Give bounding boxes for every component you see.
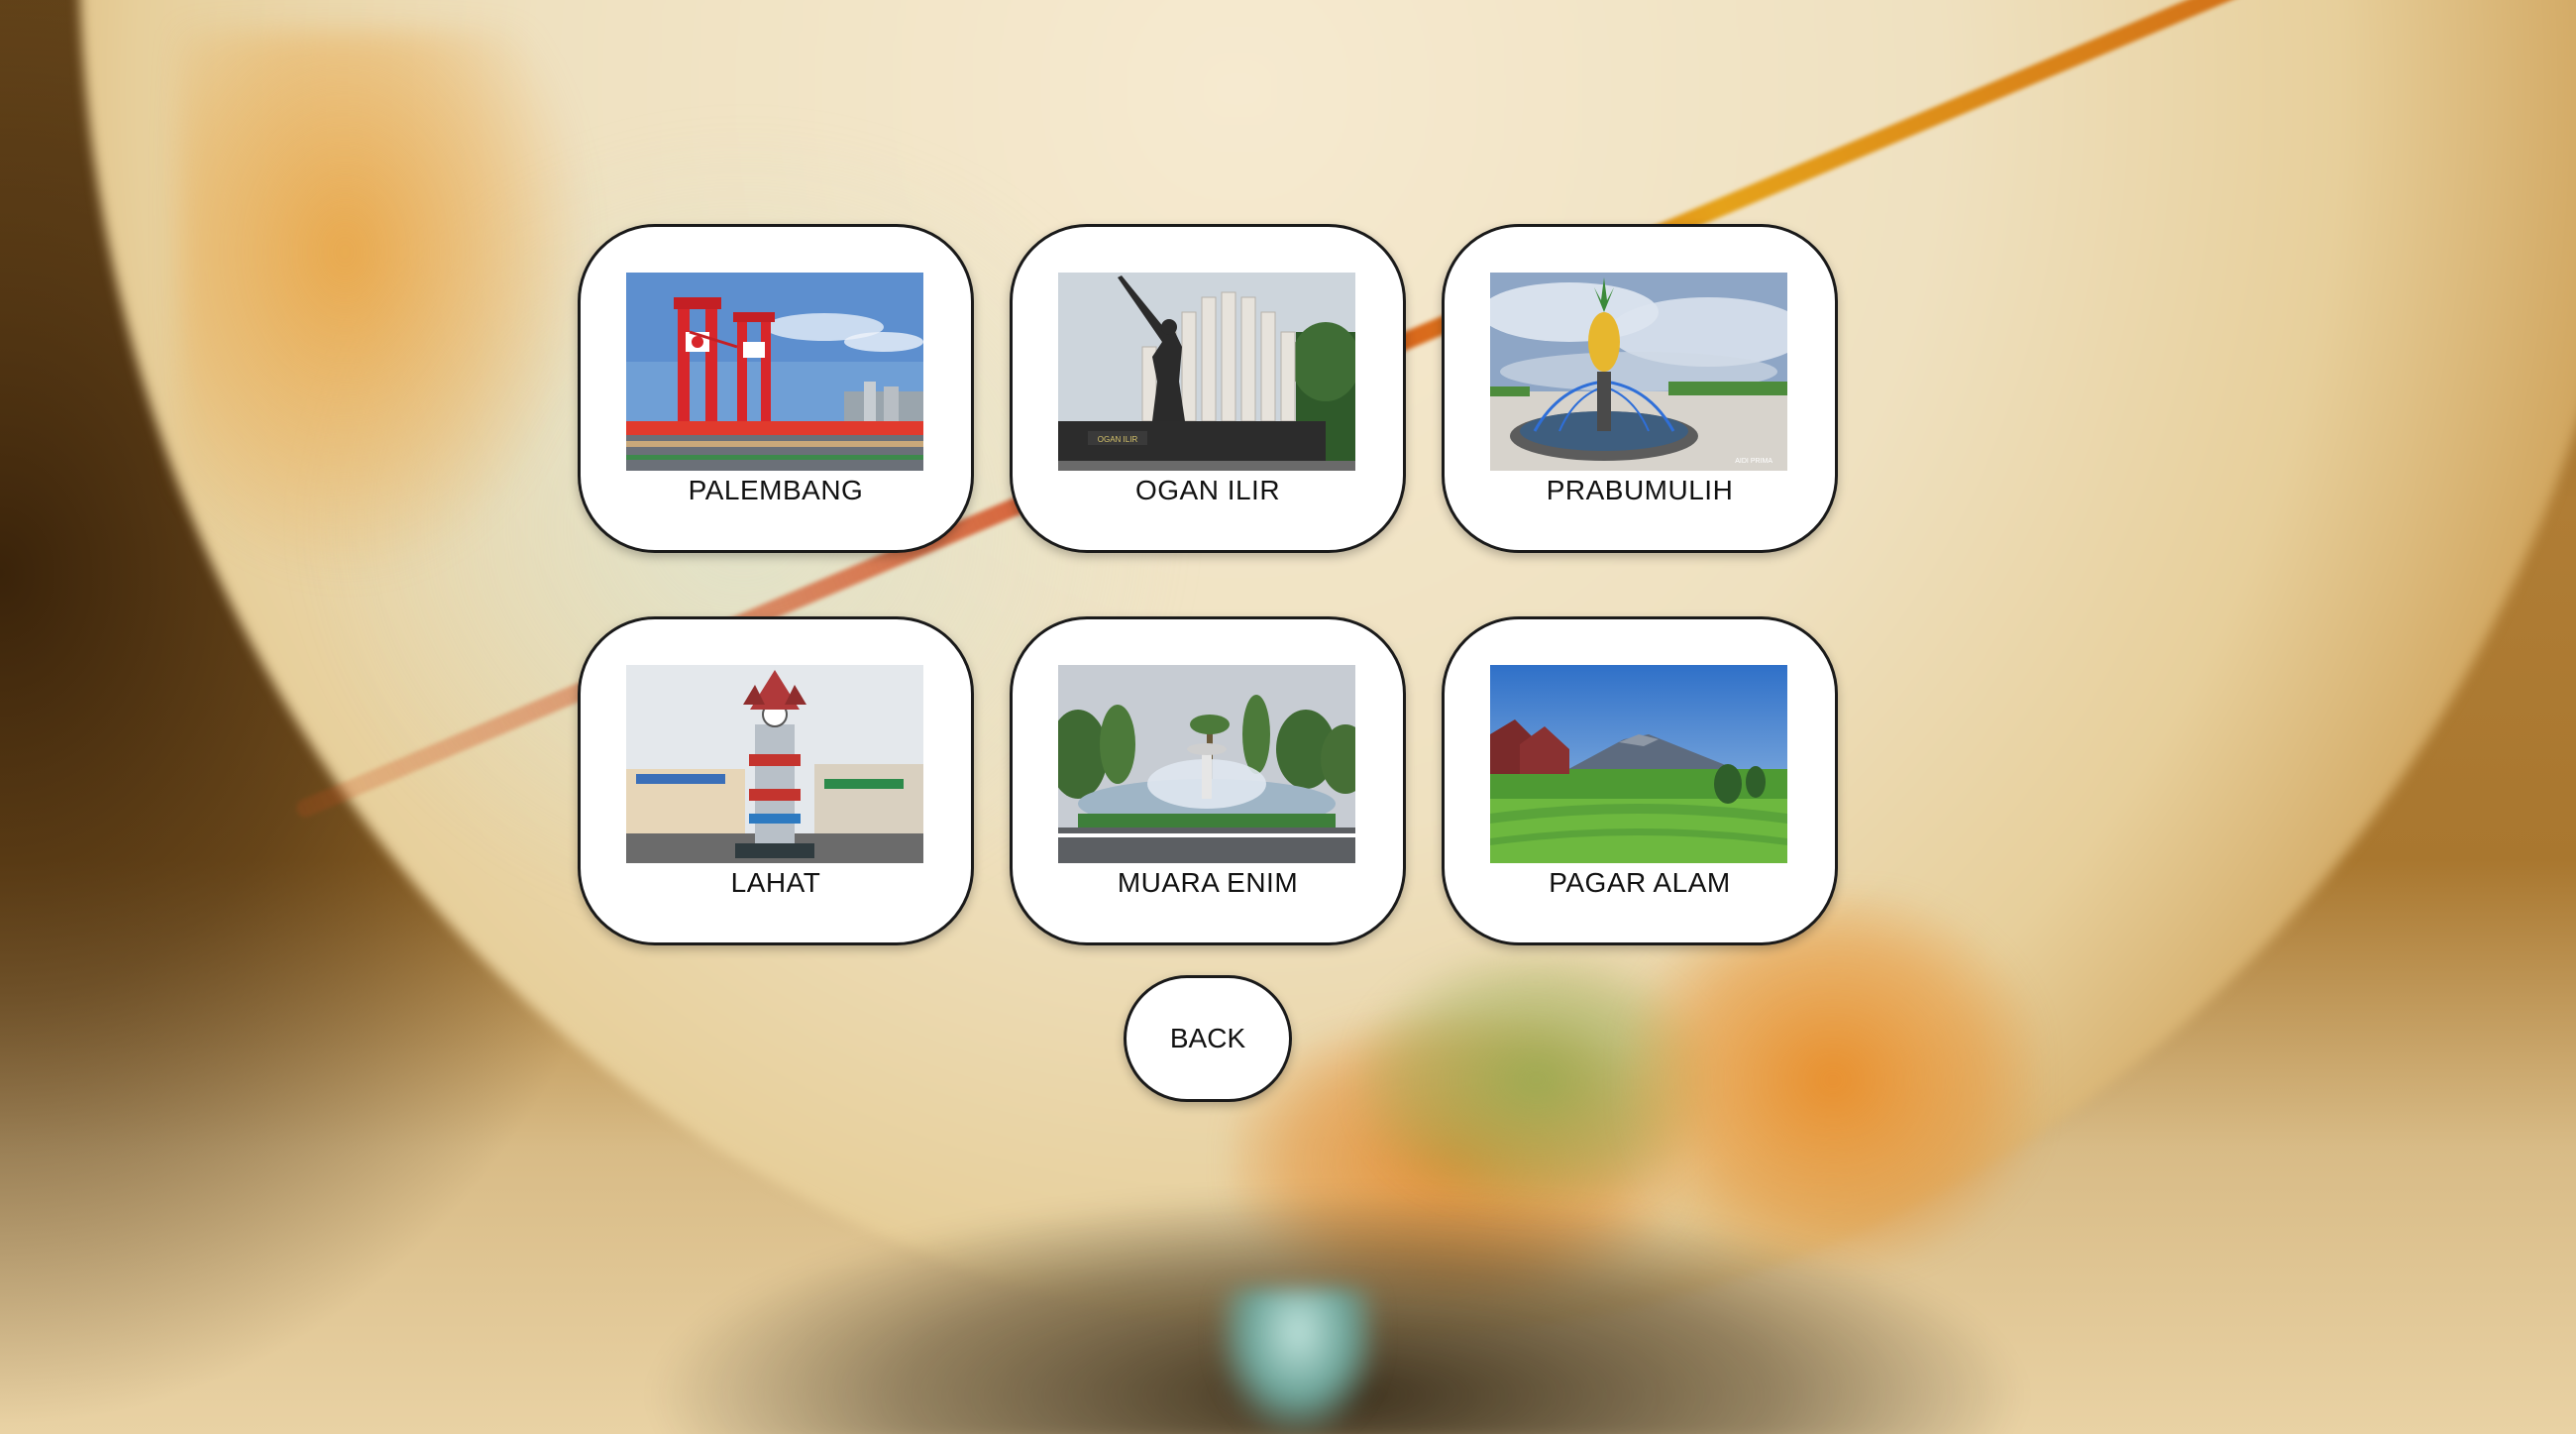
palembang-photo: [626, 273, 923, 471]
pagar-alam-photo: [1490, 665, 1787, 863]
ogan-ilir-photo: OGAN ILIR: [1058, 273, 1355, 471]
destination-label: LAHAT: [730, 867, 821, 898]
prabumulih-photo: AIDI PRIMA: [1490, 273, 1787, 471]
destination-label: OGAN ILIR: [1134, 475, 1281, 505]
svg-text:AIDI PRIMA: AIDI PRIMA: [1735, 458, 1772, 465]
back-button[interactable]: BACK: [1124, 975, 1292, 1102]
destination-grid: PALEMBANG OGAN ILIR OGAN ILIR AIDI PRIMA…: [0, 0, 2576, 1434]
destination-card-pagar-alam[interactable]: PAGAR ALAM: [1442, 616, 1838, 945]
destination-label: PAGAR ALAM: [1549, 867, 1731, 898]
destination-card-ogan-ilir[interactable]: OGAN ILIR OGAN ILIR: [1010, 224, 1406, 553]
back-button-label: BACK: [1169, 1023, 1246, 1053]
destination-label: PALEMBANG: [688, 475, 864, 505]
lahat-photo: [626, 665, 923, 863]
destination-label: PRABUMULIH: [1546, 475, 1734, 505]
destination-label: MUARA ENIM: [1117, 867, 1299, 898]
muara-enim-photo: [1058, 665, 1355, 863]
destination-card-lahat[interactable]: LAHAT: [578, 616, 974, 945]
destination-card-muara-enim[interactable]: MUARA ENIM: [1010, 616, 1406, 945]
destination-card-palembang[interactable]: PALEMBANG: [578, 224, 974, 553]
destination-card-prabumulih[interactable]: AIDI PRIMA PRABUMULIH: [1442, 224, 1838, 553]
svg-text:OGAN ILIR: OGAN ILIR: [1098, 435, 1138, 444]
